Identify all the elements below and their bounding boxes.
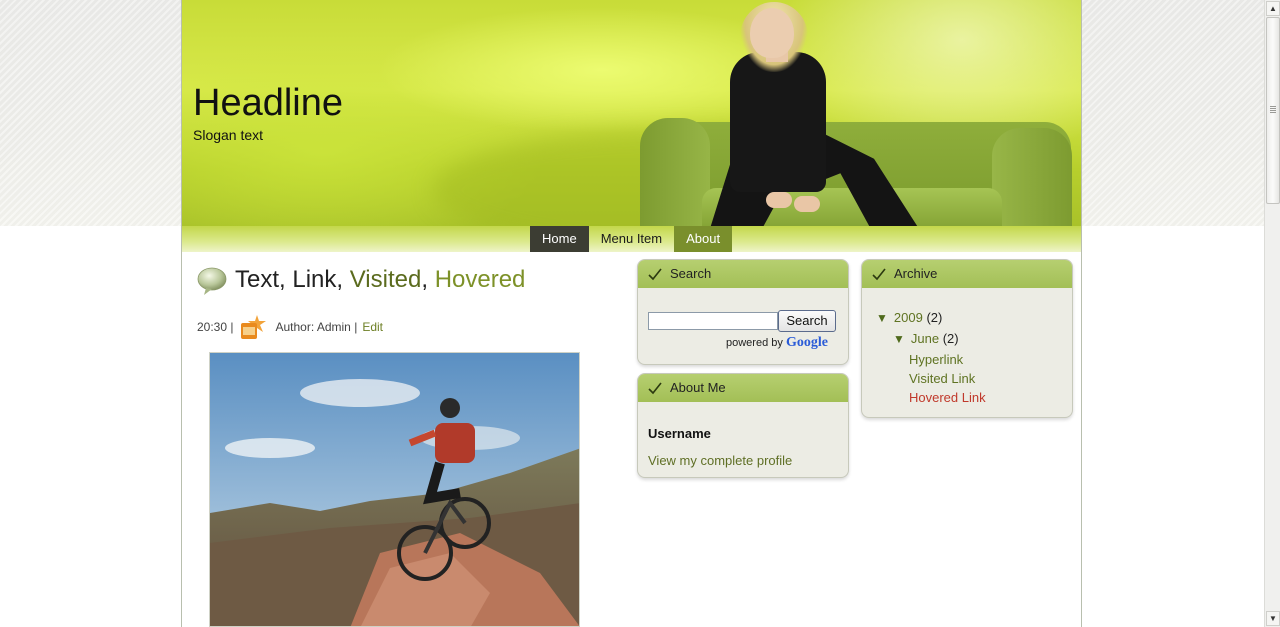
google-logo: Google [785,335,828,350]
post-title-hovered[interactable]: Hovered [435,266,526,293]
archive-year-count: (2) [926,310,943,325]
person-body [730,52,826,192]
post-title-link[interactable]: Link [292,266,336,293]
triangle-down-icon[interactable]: ▼ [893,332,905,346]
scroll-up-arrow-icon[interactable]: ▲ [1266,1,1280,16]
sofa-arm-right [992,128,1072,226]
post-title-text: Text [235,266,280,293]
search-widget: Search Search powered by Google [637,259,849,365]
powered-by-label: powered by [726,337,783,349]
powered-by-google: powered by Google [726,335,828,351]
post-image-mountain-biker [209,352,580,627]
archive-post-hyperlink[interactable]: Hyperlink [909,352,963,367]
person-head [750,8,794,58]
post-time: 20:30 | [197,320,234,334]
archive-month-link[interactable]: June [911,331,939,346]
archive-widget-title: Archive [894,266,938,281]
archive-month-count: (2) [942,331,959,346]
nav-bar: Home Menu Item About [182,226,1081,252]
scrollbar-thumb[interactable] [1266,17,1280,204]
archive-year[interactable]: ▼ 2009 (2) [876,310,942,325]
view-profile-link[interactable]: View my complete profile [648,453,792,468]
archive-widget: Archive ▼ 2009 (2) ▼ June (2) Hyperlink Vi… [861,259,1073,418]
sofa-arm-left [640,118,710,226]
post-author: Author: Admin | [275,320,358,334]
archive-month[interactable]: ▼ June (2) [893,331,959,346]
scroll-grip-icon [1270,106,1276,114]
archive-widget-header: Archive [862,260,1072,288]
search-widget-header: Search [638,260,848,288]
person-hand-left [766,192,792,208]
archive-post-hovered-link[interactable]: Hovered Link [909,390,986,405]
about-widget-title: About Me [670,380,726,395]
nav-item-about[interactable]: About [674,226,733,252]
post-title: Text, Link, Visited, Hovered [235,266,525,294]
about-widget-header: About Me [638,374,848,402]
post-meta: 20:30 | Author: Admin | Edit [197,313,383,341]
site-slogan: Slogan text [193,127,264,143]
about-username: Username [648,426,711,441]
checkmark-icon [648,382,662,395]
header-banner: Headline Slogan text [182,0,1081,226]
about-me-widget: About Me Username View my complete profi… [637,373,849,478]
scroll-down-arrow-icon[interactable]: ▼ [1266,611,1280,626]
title-separator: , [279,266,293,293]
archive-post-visited-link[interactable]: Visited Link [909,371,975,386]
title-separator: , [421,266,435,293]
checkmark-icon [648,268,662,281]
site-headline[interactable]: Headline [193,82,343,125]
checkmark-icon [872,268,886,281]
main-menu: Home Menu Item About [530,226,733,252]
speech-bubble-icon [197,267,227,295]
vertical-scrollbar[interactable]: ▲ ▼ [1264,0,1280,627]
nav-item-home[interactable]: Home [530,226,589,252]
nav-item-menu-item[interactable]: Menu Item [589,226,674,252]
archive-year-link[interactable]: 2009 [894,310,923,325]
search-widget-title: Search [670,266,712,281]
person-hand-right [794,196,820,212]
post-title-visited[interactable]: Visited [350,266,422,293]
search-input[interactable] [648,312,778,330]
title-separator: , [336,266,350,293]
search-button[interactable]: Search [778,310,836,332]
page-container: Headline Slogan text Home Menu Item Abou… [181,0,1082,627]
triangle-down-icon[interactable]: ▼ [876,311,888,325]
mountain-biker-photo [210,353,579,626]
author-badge-icon [241,315,267,339]
post-edit-link[interactable]: Edit [362,320,383,334]
